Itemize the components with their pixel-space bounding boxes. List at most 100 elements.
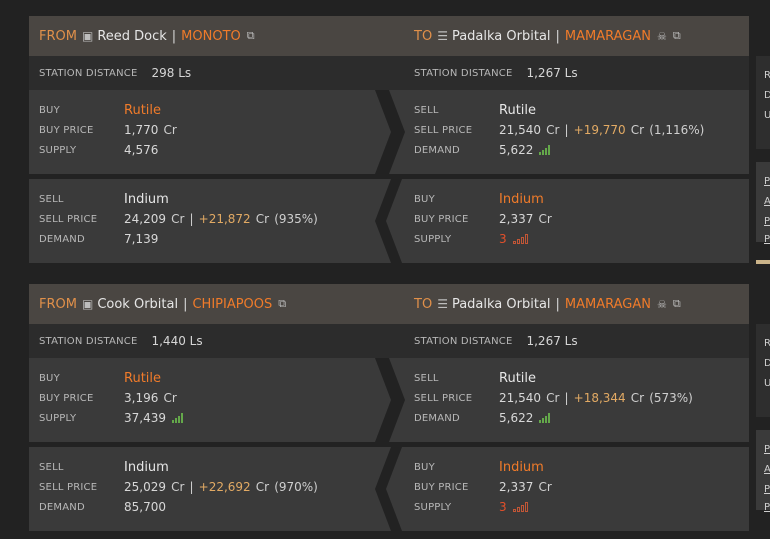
outpost-icon: ☰ bbox=[437, 29, 448, 43]
price-value: 2,337 bbox=[499, 480, 534, 494]
side-letter[interactable]: A bbox=[764, 196, 770, 207]
separator: | bbox=[171, 28, 177, 44]
from-system-name[interactable]: CHIPIAPOOS bbox=[192, 297, 272, 312]
from-station-name[interactable]: Cook Orbital bbox=[97, 297, 178, 312]
route-header: FROM ▣ Cook Orbital | CHIPIAPOOS ⧉ TO ☰ … bbox=[29, 284, 749, 324]
return-buy-panel: BUY Indium BUY PRICE 2,337 Cr SUPPLY 3 bbox=[386, 447, 749, 531]
to-distance: STATION DISTANCE 1,267 Ls bbox=[414, 324, 578, 358]
side-panel-bottom: P A P P bbox=[756, 162, 770, 245]
action-label: SELL bbox=[414, 104, 439, 116]
to-station-name[interactable]: Padalka Orbital bbox=[452, 29, 551, 44]
profit-percent: (935%) bbox=[274, 212, 318, 226]
price-label: BUY PRICE bbox=[39, 124, 94, 136]
copy-icon[interactable]: ⧉ bbox=[673, 297, 681, 311]
commodity-name[interactable]: Rutile bbox=[124, 103, 161, 118]
side-letter[interactable]: P bbox=[764, 216, 770, 227]
to-system-name[interactable]: MAMARAGAN bbox=[565, 29, 651, 44]
commodity-name[interactable]: Rutile bbox=[499, 371, 536, 386]
copy-icon[interactable]: ⧉ bbox=[278, 297, 286, 311]
station-distance-bar: STATION DISTANCE 1,440 Ls STATION DISTAN… bbox=[29, 324, 749, 358]
side-letter[interactable]: P bbox=[764, 502, 770, 513]
commodity-name[interactable]: Indium bbox=[124, 460, 169, 475]
side-letter[interactable]: A bbox=[764, 464, 770, 475]
credits-unit: Cr bbox=[171, 212, 185, 226]
separator: | bbox=[555, 28, 560, 44]
supply-label: SUPPLY bbox=[39, 412, 77, 424]
copy-icon[interactable]: ⧉ bbox=[673, 29, 681, 43]
to-station-header: TO ☰ Padalka Orbital | MAMARAGAN ☠ ⧉ bbox=[414, 16, 681, 56]
from-distance: STATION DISTANCE 1,440 Ls bbox=[39, 324, 203, 358]
from-station-name[interactable]: Reed Dock bbox=[97, 29, 166, 44]
price-value: 1,770 bbox=[124, 123, 159, 137]
price-label: SELL PRICE bbox=[414, 392, 473, 404]
commodity-name[interactable]: Indium bbox=[499, 192, 544, 207]
return-sell-panel: SELL Indium SELL PRICE 25,029 Cr | +22,692… bbox=[29, 447, 391, 531]
from-distance: STATION DISTANCE 298 Ls bbox=[39, 56, 191, 90]
action-label: BUY bbox=[414, 461, 435, 473]
credits-unit: Cr bbox=[546, 391, 560, 405]
side-letter[interactable]: P bbox=[764, 234, 770, 245]
action-label: SELL bbox=[39, 461, 64, 473]
supply-value: 3 bbox=[499, 500, 507, 514]
credits-unit: Cr bbox=[630, 123, 645, 137]
credits-unit: Cr bbox=[255, 212, 270, 226]
separator: | bbox=[555, 296, 560, 312]
demand-label: DEMAND bbox=[414, 144, 460, 156]
from-label: FROM bbox=[39, 28, 77, 44]
credits-unit: Cr bbox=[538, 212, 552, 226]
commodity-name[interactable]: Indium bbox=[124, 192, 169, 207]
commodity-name[interactable]: Indium bbox=[499, 460, 544, 475]
outbound-buy-panel: BUY Rutile BUY PRICE 3,196 Cr SUPPLY 37,439 bbox=[29, 358, 391, 442]
side-letter: D bbox=[764, 358, 770, 369]
distance-value: 298 Ls bbox=[151, 66, 192, 80]
to-system-name[interactable]: MAMARAGAN bbox=[565, 297, 651, 312]
to-station-name[interactable]: Padalka Orbital bbox=[452, 297, 551, 312]
action-label: SELL bbox=[39, 193, 64, 205]
demand-label: DEMAND bbox=[39, 233, 85, 245]
side-letter: R bbox=[764, 70, 770, 81]
return-buy-panel: BUY Indium BUY PRICE 2,337 Cr SUPPLY 3 bbox=[386, 179, 749, 263]
side-letter[interactable]: P bbox=[764, 176, 770, 187]
from-station-header: FROM ▣ Cook Orbital | CHIPIAPOOS ⧉ bbox=[39, 284, 286, 324]
commodity-name[interactable]: Rutile bbox=[499, 103, 536, 118]
side-letter: R bbox=[764, 338, 770, 349]
price-label: BUY PRICE bbox=[414, 481, 469, 493]
demand-value: 85,700 bbox=[124, 500, 166, 514]
price-label: BUY PRICE bbox=[39, 392, 94, 404]
price-value: 21,540 bbox=[499, 391, 541, 405]
action-label: BUY bbox=[39, 104, 60, 116]
demand-high-icon bbox=[539, 145, 551, 155]
commodity-name[interactable]: Rutile bbox=[124, 371, 161, 386]
action-label: BUY bbox=[414, 193, 435, 205]
station-icon: ▣ bbox=[81, 297, 94, 311]
side-letter[interactable]: P bbox=[764, 444, 770, 455]
supply-value: 37,439 bbox=[124, 411, 166, 425]
outbound-sell-panel: SELL Rutile SELL PRICE 21,540 Cr | +18,344… bbox=[389, 358, 749, 442]
side-letter: D bbox=[764, 90, 770, 101]
side-panel-bottom: P A P P bbox=[756, 430, 770, 513]
side-letter[interactable]: P bbox=[764, 484, 770, 495]
supply-label: SUPPLY bbox=[39, 144, 77, 156]
separator: | bbox=[564, 391, 569, 405]
demand-value: 5,622 bbox=[499, 411, 534, 425]
distance-label: STATION DISTANCE bbox=[39, 67, 138, 79]
from-label: FROM bbox=[39, 296, 77, 312]
supply-value: 4,576 bbox=[124, 143, 159, 157]
trade-route-card: FROM ▣ Cook Orbital | CHIPIAPOOS ⧉ TO ☰ … bbox=[29, 284, 749, 531]
demand-label: DEMAND bbox=[39, 501, 85, 513]
to-label: TO bbox=[414, 296, 433, 312]
side-panel-top: R D U bbox=[756, 56, 770, 149]
action-label: SELL bbox=[414, 372, 439, 384]
demand-value: 7,139 bbox=[124, 232, 159, 246]
supply-high-icon bbox=[172, 413, 183, 423]
price-value: 21,540 bbox=[499, 123, 541, 137]
to-label: TO bbox=[414, 28, 433, 44]
profit-value: +18,344 bbox=[573, 391, 626, 405]
outbound-sell-panel: SELL Rutile SELL PRICE 21,540 Cr | +19,770… bbox=[389, 90, 749, 174]
skull-icon: ☠ bbox=[657, 297, 667, 311]
distance-value: 1,440 Ls bbox=[151, 334, 203, 348]
price-value: 3,196 bbox=[124, 391, 159, 405]
distance-label: STATION DISTANCE bbox=[414, 67, 513, 79]
from-system-name[interactable]: MONOTO bbox=[181, 29, 241, 44]
copy-icon[interactable]: ⧉ bbox=[247, 29, 255, 43]
